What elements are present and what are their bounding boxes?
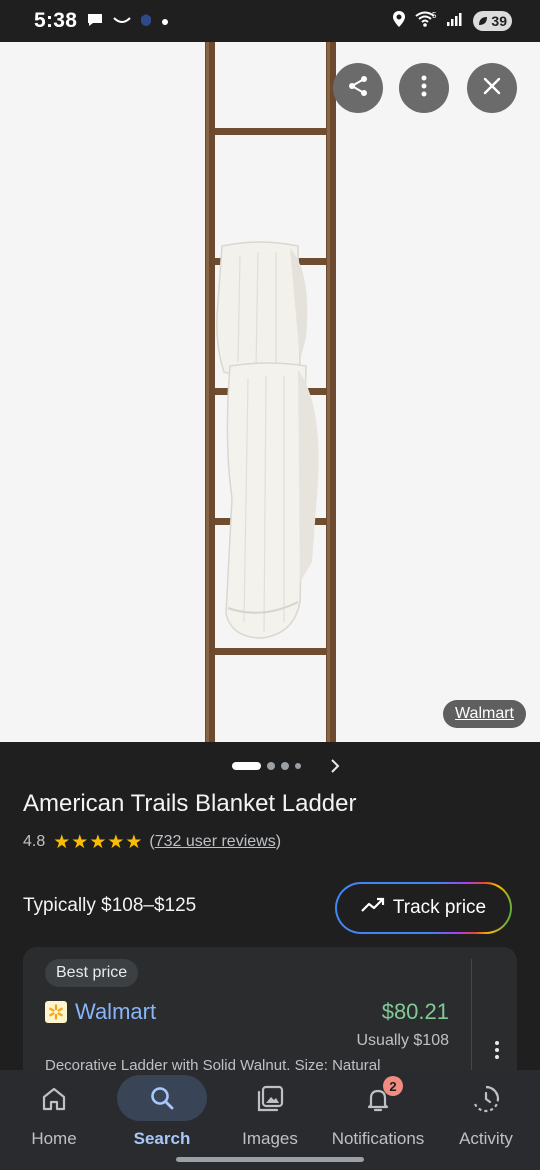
nav-search-label: Search bbox=[133, 1129, 191, 1148]
product-title: American Trails Blanket Ladder bbox=[23, 790, 357, 817]
rating-stars: ★★★★★ bbox=[53, 831, 144, 853]
more-vert-icon bbox=[421, 75, 427, 102]
nav-images[interactable]: Images bbox=[216, 1070, 324, 1160]
bell-icon: 2 bbox=[346, 1076, 410, 1116]
nav-home-label: Home bbox=[31, 1129, 77, 1148]
ladder-image bbox=[0, 42, 540, 742]
svg-text:5: 5 bbox=[432, 11, 437, 20]
pager-dot[interactable] bbox=[295, 763, 301, 769]
images-icon bbox=[238, 1082, 302, 1116]
usual-price: Usually $108 bbox=[356, 1032, 450, 1049]
location-icon bbox=[392, 10, 406, 33]
activity-icon bbox=[454, 1082, 518, 1116]
image-source-link[interactable]: Walmart bbox=[443, 700, 526, 728]
bottom-nav: Home Search Images 2 Notifications Activ… bbox=[0, 1070, 540, 1170]
share-icon bbox=[346, 74, 370, 103]
pager-dots bbox=[232, 762, 301, 770]
merchant-name: Walmart bbox=[75, 999, 157, 1024]
status-bar: 5:38 5 39 bbox=[0, 0, 540, 42]
track-price-inner: Track price bbox=[337, 884, 510, 932]
more-options-button[interactable] bbox=[399, 63, 449, 113]
walmart-spark-icon bbox=[45, 1001, 67, 1023]
message-icon bbox=[86, 12, 104, 33]
pager-dot-active[interactable] bbox=[232, 762, 261, 770]
wifi-icon: 5 bbox=[415, 10, 437, 33]
nav-notifications[interactable]: 2 Notifications bbox=[324, 1070, 432, 1160]
typical-price-text: Typically $108–$125 bbox=[23, 895, 197, 916]
nav-search[interactable]: Search bbox=[108, 1070, 216, 1160]
reviews-link-text: 732 user reviews bbox=[154, 833, 276, 850]
offer-card[interactable]: Best price Walmart $80.21 Usually $108 D… bbox=[23, 947, 517, 1087]
nav-activity[interactable]: Activity bbox=[432, 1070, 540, 1160]
best-price-badge: Best price bbox=[45, 959, 139, 987]
more-vert-icon bbox=[495, 1041, 499, 1045]
product-rating: 4.8 ★★★★★ (732 user reviews) bbox=[23, 830, 281, 854]
track-price-label: Track price bbox=[392, 897, 487, 918]
pager-dot[interactable] bbox=[267, 762, 275, 770]
home-icon bbox=[22, 1082, 86, 1116]
image-pager bbox=[0, 753, 540, 779]
battery-icon: 39 bbox=[473, 11, 512, 31]
trending-icon bbox=[361, 897, 385, 919]
nav-notifications-label: Notifications bbox=[331, 1129, 425, 1148]
status-left-icons bbox=[86, 12, 169, 32]
smile-icon bbox=[113, 13, 131, 31]
track-price-button[interactable]: Track price bbox=[335, 882, 512, 934]
search-icon bbox=[117, 1075, 207, 1121]
reviews-link[interactable]: (732 user reviews) bbox=[149, 833, 281, 851]
rating-value: 4.8 bbox=[23, 833, 46, 850]
nav-images-label: Images bbox=[242, 1129, 298, 1148]
pager-dot[interactable] bbox=[281, 762, 289, 770]
typical-price: Typically $108–$125 bbox=[23, 895, 196, 917]
offer-more-button[interactable] bbox=[488, 1035, 506, 1065]
battery-level: 39 bbox=[491, 13, 507, 29]
status-time: 5:38 bbox=[34, 9, 78, 32]
close-icon bbox=[483, 77, 501, 100]
product-image[interactable]: Walmart bbox=[0, 42, 540, 742]
merchant[interactable]: Walmart bbox=[45, 999, 156, 1025]
nav-activity-label: Activity bbox=[459, 1129, 513, 1148]
notification-badge: 2 bbox=[383, 1076, 403, 1096]
offer-divider bbox=[471, 959, 472, 1079]
close-button[interactable] bbox=[467, 63, 517, 113]
offer-price: $80.21 bbox=[381, 999, 449, 1024]
nav-home[interactable]: Home bbox=[0, 1070, 108, 1160]
gesture-bar[interactable] bbox=[176, 1157, 364, 1162]
dot-icon bbox=[161, 13, 169, 31]
signal-icon bbox=[446, 11, 464, 32]
chevron-right-icon[interactable] bbox=[328, 758, 342, 779]
share-button[interactable] bbox=[333, 63, 383, 113]
status-right-icons: 5 39 bbox=[392, 10, 512, 32]
shield-icon bbox=[140, 13, 152, 32]
